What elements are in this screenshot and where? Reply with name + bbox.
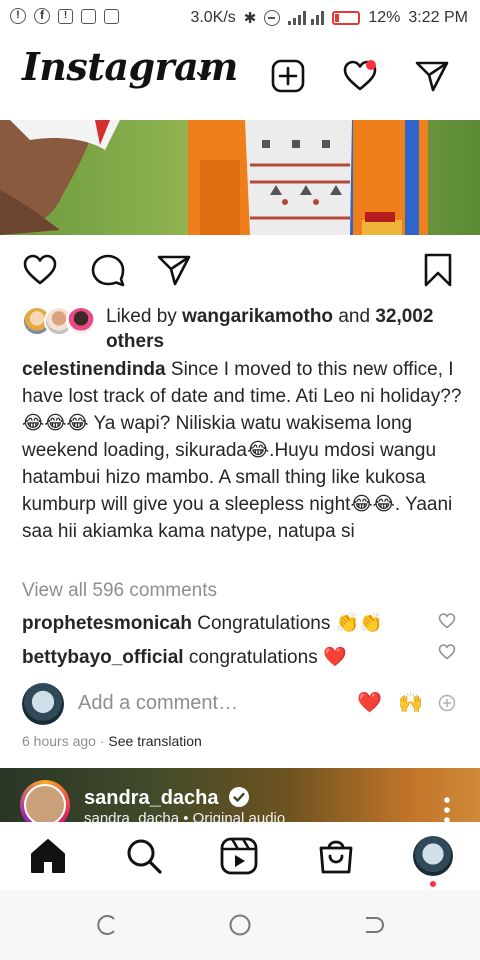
add-emoji-icon[interactable] [438,694,456,712]
verified-badge-icon [229,787,250,807]
avatar[interactable] [24,784,66,824]
like-icon[interactable] [22,252,58,288]
facebook-icon: f [34,8,50,24]
direct-messages-icon[interactable] [414,58,450,94]
bluetooth-icon: ✱ [243,10,257,27]
battery-percent: 12% [368,9,401,26]
dnd-icon [264,10,281,26]
save-icon[interactable] [420,252,456,288]
new-post-icon[interactable] [270,58,306,94]
more-options-icon[interactable] [440,796,454,824]
quick-reaction-heart[interactable]: ❤️ [357,690,382,715]
system-navigation-bar [0,890,480,960]
comment-like-icon[interactable] [438,643,456,661]
likes-prefix: Liked by [106,306,177,327]
profile-avatar[interactable] [413,836,453,876]
separator: · [99,733,105,749]
quick-reaction-hands[interactable]: 🙌 [398,690,423,715]
share-icon[interactable] [156,252,192,288]
notification-icon: ! [58,8,73,24]
app-header: Instagram [0,44,480,116]
comment-like-icon[interactable] [438,612,456,630]
view-all-comments-link[interactable]: View all 596 comments [22,580,217,602]
post-timestamp: 6 hours ago [22,733,96,749]
chevron-down-icon[interactable] [196,70,212,82]
see-translation-link[interactable]: See translation [108,733,201,749]
status-system-info: 3.0K/s ✱ 12% 3:22 PM [190,9,468,27]
bottom-navigation [0,822,480,890]
avatar [66,306,96,336]
home-button[interactable] [228,913,252,937]
liked-by-avatars[interactable] [22,306,102,336]
shop-icon[interactable] [316,836,356,876]
comment-text: Congratulations 👏👏 [197,613,383,634]
post-caption[interactable]: celestinendinda Since I moved to this ne… [22,356,462,572]
instagram-logo[interactable]: Instagram [22,44,238,89]
likes-joiner: and [338,306,371,327]
status-bar: ! f ! 3.0K/s ✱ 12% 3:22 PM [0,0,480,36]
next-post-username[interactable]: sandra_dacha [84,786,250,810]
gallery-icon [104,8,119,24]
recents-button[interactable] [96,914,118,936]
comment-row: prophetesmonicah Congratulations 👏👏 [22,611,383,635]
notification-dot [366,60,376,70]
status-notification-icons: ! f ! [10,8,119,24]
comment-text: congratulations ❤️ [188,647,347,668]
sim-icon [81,8,96,24]
comment-username[interactable]: bettybayo_official [22,647,184,668]
post-meta: 6 hours ago · See translation [22,733,202,749]
comment-icon[interactable] [90,252,126,288]
back-button[interactable] [362,914,384,936]
net-speed: 3.0K/s [190,9,236,26]
likes-count[interactable]: 32,002 [375,306,433,327]
liked-by-user[interactable]: wangarikamotho [182,306,333,327]
likes-summary[interactable]: Liked by wangarikamotho and 32,002 other… [106,304,466,354]
add-comment-input[interactable]: Add a comment… [78,692,238,715]
battery-icon [332,11,361,25]
home-icon[interactable] [28,836,68,876]
likes-suffix[interactable]: others [106,331,164,352]
caption-username[interactable]: celestinendinda [22,359,166,380]
comment-row: bettybayo_official congratulations ❤️ [22,645,347,669]
signal-icon [288,11,325,25]
post-image[interactable] [0,120,480,235]
reels-icon[interactable] [219,836,259,876]
comment-username[interactable]: prophetesmonicah [22,613,192,634]
avatar [22,683,64,725]
caption-text: Since I moved to this new office, I have… [22,359,462,542]
profile-notification-dot [430,881,436,887]
alert-icon: ! [10,8,26,24]
next-post-username-text: sandra_dacha [84,787,219,809]
clock: 3:22 PM [408,9,468,26]
search-icon[interactable] [124,836,164,876]
